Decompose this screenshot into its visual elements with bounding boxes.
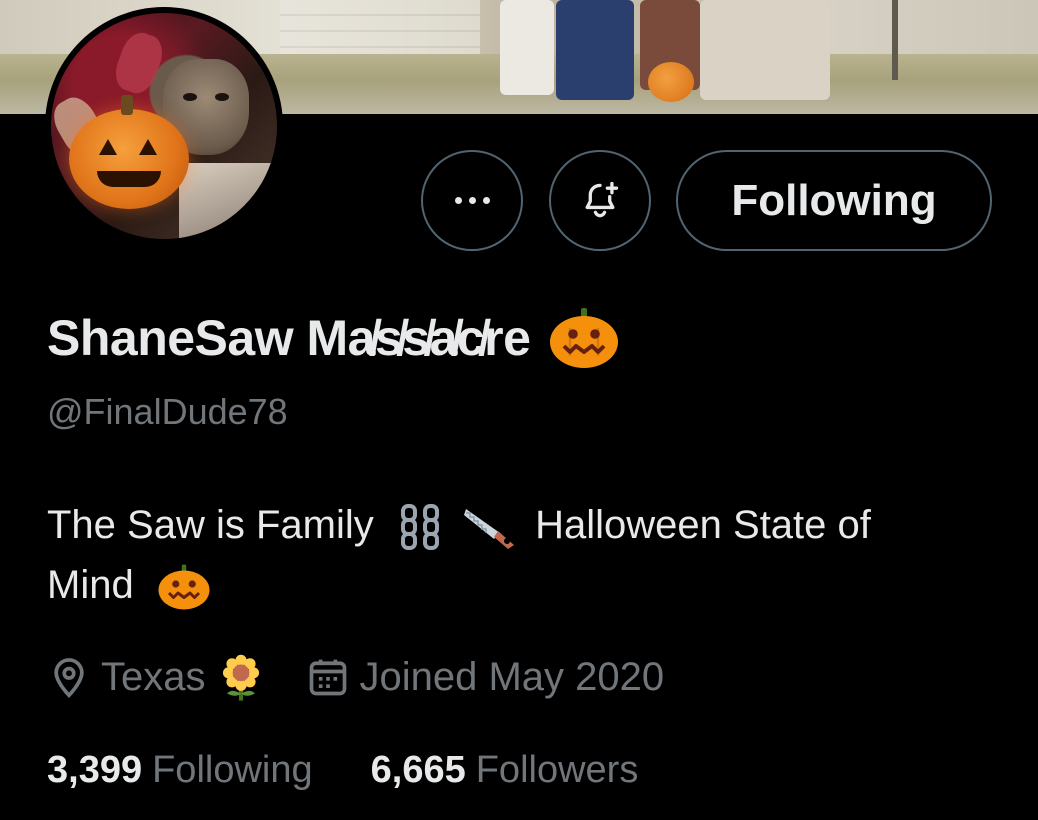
following-button[interactable]: Following bbox=[676, 150, 992, 251]
bell-plus-icon bbox=[585, 181, 619, 217]
bio-text: The Saw is Family bbox=[47, 503, 374, 547]
display-name: ShaneSaw Ma̸s̸s̸a̸c̸re bbox=[47, 310, 531, 366]
avatar[interactable] bbox=[45, 7, 283, 245]
bio-text: Mind bbox=[47, 563, 134, 607]
avatar-image bbox=[51, 13, 277, 239]
following-button-label: Following bbox=[731, 175, 937, 225]
location-text: Texas bbox=[101, 654, 206, 699]
more-options-button[interactable] bbox=[421, 150, 523, 251]
followers-count-link[interactable]: 6,665 Followers bbox=[371, 749, 639, 792]
bio: The Saw is Family Halloween State of Min… bbox=[47, 495, 1007, 615]
sunflower-emoji-icon bbox=[222, 654, 259, 701]
banner-figure bbox=[556, 0, 634, 100]
avatar-hand bbox=[109, 27, 169, 99]
more-horizontal-icon bbox=[454, 197, 490, 204]
join-date-text: Joined May 2020 bbox=[359, 654, 665, 699]
follow-stats: 3,399 Following 6,665 Followers bbox=[47, 749, 638, 792]
following-label: Following bbox=[152, 749, 313, 791]
banner-tree bbox=[880, 0, 910, 80]
banner-figure bbox=[500, 0, 554, 95]
location: Texas bbox=[47, 652, 266, 702]
followers-count: 6,665 bbox=[370, 749, 466, 791]
bio-text: Halloween State of bbox=[535, 503, 871, 547]
followers-label: Followers bbox=[475, 749, 639, 791]
avatar-shirt bbox=[179, 163, 275, 239]
handle: @FinalDude78 bbox=[47, 391, 288, 432]
notifications-button[interactable] bbox=[549, 150, 651, 251]
join-date: Joined May 2020 bbox=[306, 654, 665, 700]
banner-figure bbox=[700, 0, 830, 100]
pumpkin-emoji-icon bbox=[157, 562, 211, 612]
following-count: 3,399 bbox=[47, 749, 143, 791]
location-pin-icon bbox=[54, 658, 84, 698]
pumpkin-emoji-icon bbox=[550, 308, 619, 368]
calendar-icon bbox=[309, 659, 346, 696]
banner-pumpkin bbox=[648, 62, 694, 102]
avatar-pumpkin bbox=[69, 95, 189, 209]
saw-emoji-icon bbox=[462, 503, 522, 551]
following-count-link[interactable]: 3,399 Following bbox=[47, 749, 313, 792]
display-name-row: ShaneSaw Ma̸s̸s̸a̸c̸re bbox=[47, 306, 620, 370]
chains-emoji-icon bbox=[399, 504, 447, 551]
profile-meta: Texas Joined May 2020 bbox=[47, 652, 664, 702]
